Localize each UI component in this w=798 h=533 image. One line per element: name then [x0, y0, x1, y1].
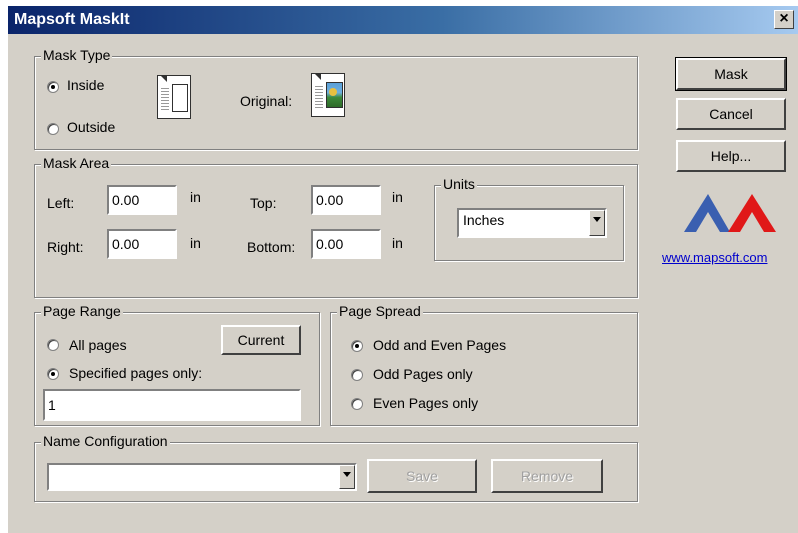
page-range-legend: Page Range [41, 303, 123, 319]
cancel-button[interactable]: Cancel [676, 98, 786, 130]
original-preview-icon [311, 73, 345, 117]
right-label: Right: [47, 239, 84, 255]
units-selected-value: Inches [463, 212, 505, 228]
name-configuration-group: Name Configuration Save Remove [34, 433, 638, 502]
remove-button[interactable]: Remove [491, 459, 603, 493]
inside-radio[interactable] [47, 81, 59, 93]
specified-pages-label[interactable]: Specified pages only: [69, 365, 202, 381]
top-input[interactable] [311, 185, 381, 215]
page-spread-group: Page Spread Odd and Even Pages Odd Pages… [330, 303, 638, 426]
current-button[interactable]: Current [221, 325, 301, 355]
pages-input[interactable] [43, 389, 301, 421]
help-button[interactable]: Help... [676, 140, 786, 172]
mapsoft-maskit-dialog: Mapsoft MaskIt × Mask Type Inside Outsid… [8, 6, 798, 533]
name-configuration-select[interactable] [47, 463, 357, 491]
odd-and-even-label[interactable]: Odd and Even Pages [373, 337, 506, 353]
inside-label[interactable]: Inside [67, 77, 104, 93]
right-unit-label: in [190, 235, 201, 251]
save-button[interactable]: Save [367, 459, 477, 493]
name-configuration-legend: Name Configuration [41, 433, 170, 449]
bottom-input[interactable] [311, 229, 381, 259]
mask-type-legend: Mask Type [41, 47, 113, 63]
even-only-label[interactable]: Even Pages only [373, 395, 478, 411]
inside-mask-preview-icon [157, 75, 191, 119]
mapsoft-website-link[interactable]: www.mapsoft.com [662, 250, 767, 265]
outside-radio[interactable] [47, 123, 59, 135]
odd-only-label[interactable]: Odd Pages only [373, 366, 473, 382]
all-pages-radio[interactable] [47, 339, 59, 351]
mask-area-group: Mask Area Left: in Right: in Top: in Bot… [34, 155, 638, 298]
window-title: Mapsoft MaskIt [14, 11, 130, 28]
bottom-unit-label: in [392, 235, 403, 251]
odd-and-even-radio[interactable] [351, 340, 363, 352]
top-unit-label: in [392, 189, 403, 205]
name-configuration-dropdown-arrow-icon[interactable] [339, 465, 355, 489]
title-bar[interactable]: Mapsoft MaskIt × [8, 6, 798, 34]
page-range-group: Page Range All pages Specified pages onl… [34, 303, 320, 426]
mask-area-legend: Mask Area [41, 155, 112, 171]
outside-label[interactable]: Outside [67, 119, 115, 135]
mapsoft-logo-icon [684, 194, 776, 232]
units-group: Units Inches [434, 176, 624, 261]
even-only-radio[interactable] [351, 398, 363, 410]
page-spread-legend: Page Spread [337, 303, 423, 319]
specified-pages-radio[interactable] [47, 368, 59, 380]
left-label: Left: [47, 195, 75, 211]
left-input[interactable] [107, 185, 177, 215]
right-input[interactable] [107, 229, 177, 259]
units-legend: Units [441, 176, 477, 192]
top-label: Top: [250, 195, 277, 211]
original-label: Original: [240, 93, 293, 109]
bottom-label: Bottom: [247, 239, 296, 255]
units-select[interactable]: Inches [457, 208, 607, 238]
close-button[interactable]: × [774, 10, 794, 29]
units-dropdown-arrow-icon[interactable] [589, 210, 605, 236]
mask-type-group: Mask Type Inside Outside Original: [34, 47, 638, 150]
all-pages-label[interactable]: All pages [69, 337, 127, 353]
left-unit-label: in [190, 189, 201, 205]
odd-only-radio[interactable] [351, 369, 363, 381]
mask-button[interactable]: Mask [675, 57, 787, 91]
